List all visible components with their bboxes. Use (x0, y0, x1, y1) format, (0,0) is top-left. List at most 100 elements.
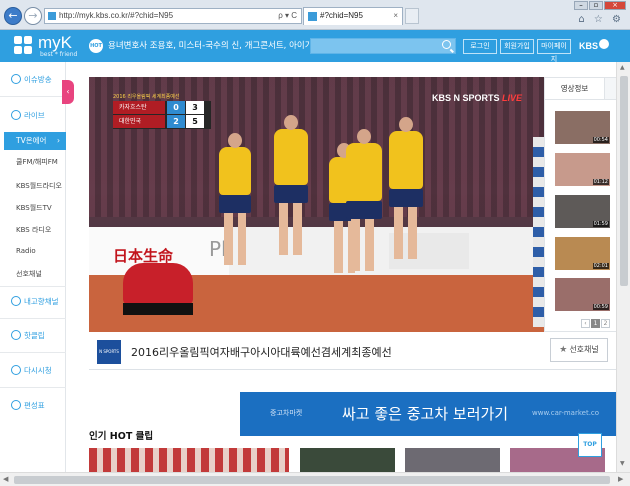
hot-clip-thumbnail[interactable] (300, 448, 395, 472)
scoreboard-logo: 2016 리우올림픽 세계최종예선 (113, 94, 180, 100)
pager-prev-button[interactable]: ‹ (581, 319, 590, 328)
channel-logo: N SPORTS (97, 340, 121, 364)
window-controls: – ▫ × (574, 1, 626, 10)
clip-thumbnail[interactable]: 00:59 (555, 278, 610, 311)
scroll-left-icon[interactable]: ◀ (3, 475, 8, 483)
browser-toolbar: ← → http://myk.kbs.co.kr/#?chid=N95 ρ ▾ … (0, 0, 630, 30)
sidebar-item-live[interactable]: 라이브 (0, 110, 66, 121)
sidebar-item-issue[interactable]: 이슈방송 (0, 74, 66, 85)
sidebar-item-label: 핫클립 (24, 331, 45, 340)
sidebar-item-hometown[interactable]: 내고향채널 (0, 296, 66, 307)
clip-thumbnail[interactable]: 02:01 (555, 237, 610, 270)
horizontal-scroll-thumb[interactable] (14, 476, 610, 484)
mypage-button[interactable]: 마이페이지 (537, 39, 571, 63)
sidebar-subitem[interactable]: KBS 라디오 (0, 225, 66, 235)
divider (0, 96, 66, 97)
tab-favicon-icon (308, 12, 317, 21)
sidebar-item-label: 다시시청 (24, 366, 52, 375)
kbs-logo[interactable]: KBS (578, 39, 610, 51)
maximize-button[interactable]: ▫ (589, 1, 603, 10)
schedule-icon (11, 400, 21, 410)
sidebar-item-schedule[interactable]: 편성표 (0, 400, 66, 411)
tab-video-info[interactable]: 영상정보 (545, 78, 605, 100)
scroll-top-button[interactable]: TOP (578, 433, 602, 457)
sidebar-item-label: TV온에어 (16, 136, 47, 145)
minimize-button[interactable]: – (574, 1, 588, 10)
clip-duration: 02:01 (592, 263, 609, 269)
program-title: 2016리우올림픽여자배구아시아대륙예선겸세계최종예선 (131, 346, 392, 359)
sidebar-item-tv-onair[interactable]: TV온에어 › (4, 132, 66, 150)
broadcaster-logo: KBS N SPORTS LIVE (432, 93, 522, 103)
logo-subtitle: best * friend (40, 51, 78, 58)
hot-clips-title: 인기 HOT 클립 (89, 431, 154, 442)
chevron-right-icon: › (57, 136, 60, 145)
sidebar: 이슈방송 라이브 TV온에어 › 쿨FM/해피FM KBS월드라디오 KBS월드… (0, 62, 66, 472)
sidebar-subitem[interactable]: KBS월드라디오 (0, 181, 66, 191)
address-tools[interactable]: ρ ▾ C (278, 9, 297, 23)
home-icon (11, 296, 21, 306)
sidebar-subitem[interactable]: 선호채널 (0, 269, 66, 279)
hot-keyword-ticker[interactable]: 용녀변호사 조용호, 미스터-국수의 신, 개그콘서트, 아이가 다섯 (108, 39, 331, 51)
mykbs-logo-icon[interactable] (14, 36, 32, 54)
team-name: 카자흐스탄 (113, 101, 165, 114)
back-button[interactable]: ← (4, 7, 22, 25)
team-points: 3 (186, 101, 204, 114)
scoreboard-row: 대한민국 2 5 (113, 115, 211, 129)
live-badge: LIVE (502, 93, 523, 103)
clip-thumbnail[interactable]: 01:12 (555, 153, 610, 186)
vertical-scroll-thumb[interactable] (620, 76, 628, 286)
logo-name[interactable]: myK (38, 33, 72, 53)
play-icon (11, 330, 21, 340)
team-name: 대한민국 (113, 115, 165, 128)
horizontal-scrollbar[interactable]: ◀ ▶ (0, 472, 630, 486)
sidebar-item-replay[interactable]: 다시시청 (0, 365, 66, 376)
browser-tab[interactable]: #?chid=N95 × (303, 7, 403, 25)
clip-thumbnail[interactable]: 01:59 (555, 195, 610, 228)
address-text: http://myk.kbs.co.kr/#?chid=N95 (59, 11, 174, 20)
scroll-down-icon[interactable]: ▼ (620, 460, 625, 467)
sidebar-item-label: 내고향채널 (24, 297, 59, 306)
scoreboard: 2016 리우올림픽 세계최종예선 카자흐스탄 0 3 대한민국 2 5 (113, 94, 211, 129)
address-bar[interactable]: http://myk.kbs.co.kr/#?chid=N95 ρ ▾ C (44, 8, 302, 24)
sidebar-item-label: 라이브 (24, 111, 45, 120)
forward-button[interactable]: → (24, 7, 42, 25)
clip-thumbnail[interactable]: 00:54 (555, 111, 610, 144)
player-figure (346, 129, 382, 271)
new-tab-button[interactable] (405, 8, 419, 24)
hot-clip-thumbnail[interactable] (89, 448, 289, 472)
scroll-up-icon[interactable]: ▲ (620, 64, 625, 71)
kbs-logo-circle-icon (599, 39, 610, 49)
pager-next-button[interactable]: 2 (601, 319, 610, 328)
login-button[interactable]: 로그인 (463, 39, 497, 54)
favorite-channel-button[interactable]: ★ 선호채널 (550, 338, 608, 362)
player-figure-red (123, 263, 193, 315)
hot-clip-thumbnail[interactable] (405, 448, 500, 472)
scoreboard-row: 카자흐스탄 0 3 (113, 101, 211, 115)
site-favicon-icon (48, 12, 56, 20)
sidebar-item-label: 이슈방송 (24, 75, 52, 84)
video-player[interactable]: 日本生命 Pl 2016 리우올림픽 세계최종예선 카자흐스탄 0 3 대한민국… (89, 77, 544, 332)
signup-button[interactable]: 회원가입 (500, 39, 534, 54)
divider (0, 318, 66, 319)
scroll-right-icon[interactable]: ▶ (618, 475, 623, 483)
sidebar-subitem[interactable]: Radio (0, 247, 66, 255)
search-input[interactable] (310, 38, 456, 54)
clip-duration: 00:54 (592, 137, 609, 143)
ad-headline: 싸고 좋은 중고차 보러가기 (342, 405, 509, 423)
team-points: 5 (186, 115, 204, 128)
sidebar-collapse-button[interactable]: ‹ (62, 80, 74, 104)
divider (0, 387, 66, 388)
vertical-scrollbar[interactable]: ▲ ▼ (616, 62, 630, 472)
browser-toolbar-icons[interactable]: ⌂ ☆ ⚙ (578, 14, 624, 25)
search-icon[interactable] (442, 40, 451, 49)
ad-url: www.car-market.co (532, 409, 600, 417)
tv-icon (11, 74, 21, 84)
sidebar-subitem[interactable]: 쿨FM/해피FM (0, 157, 66, 167)
sidebar-item-label: 편성표 (24, 401, 45, 410)
close-window-button[interactable]: × (604, 1, 626, 10)
sidebar-subitem[interactable]: KBS월드TV (0, 203, 66, 213)
tab-close-button[interactable]: × (393, 8, 398, 24)
pager-page-button[interactable]: 1 (591, 319, 600, 328)
ad-banner[interactable]: 중고차마켓 싸고 좋은 중고차 보러가기 www.car-market.co (240, 392, 628, 436)
sidebar-item-hotclip[interactable]: 핫클립 (0, 330, 66, 341)
